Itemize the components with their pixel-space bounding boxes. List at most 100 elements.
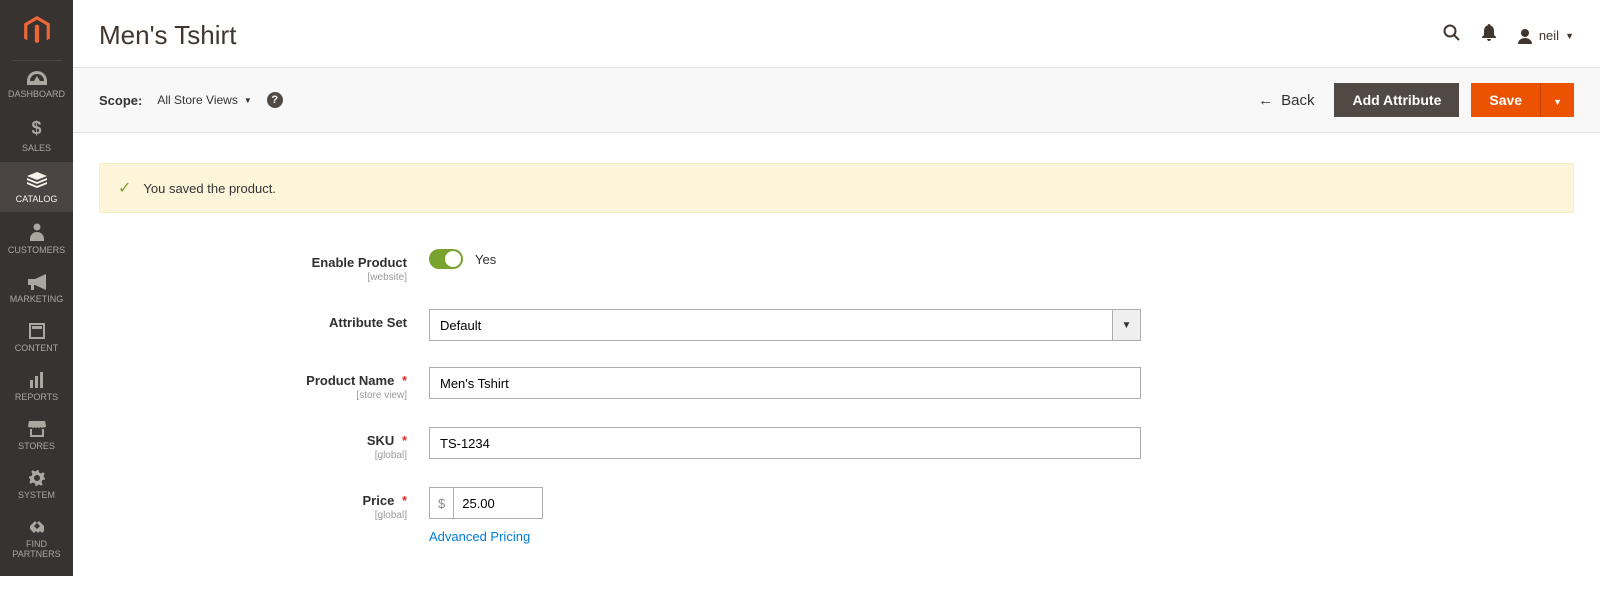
back-button[interactable]: ← Back xyxy=(1250,92,1322,109)
message-text: You saved the product. xyxy=(143,181,276,196)
attribute-set-value[interactable] xyxy=(429,309,1113,341)
page-header: Men's Tshirt neil ▼ xyxy=(73,0,1600,67)
notifications-icon[interactable] xyxy=(1481,24,1497,47)
header-actions: neil ▼ xyxy=(1443,24,1574,47)
toolbar-right: ← Back Add Attribute Save ▼ xyxy=(1250,83,1574,117)
field-control: ▼ xyxy=(429,309,1141,341)
sidebar-item-system[interactable]: SYSTEM xyxy=(0,460,73,509)
partners-icon xyxy=(28,519,46,535)
back-label: Back xyxy=(1281,92,1314,109)
scope-value: All Store Views xyxy=(157,93,237,107)
enable-product-toggle[interactable] xyxy=(429,249,463,269)
enable-product-toggle-wrap: Yes xyxy=(429,249,1141,269)
price-input[interactable] xyxy=(453,487,543,519)
sidebar-item-catalog[interactable]: CATALOG xyxy=(0,162,73,213)
required-mark: * xyxy=(402,493,407,508)
save-button[interactable]: Save xyxy=(1471,83,1540,117)
content-icon xyxy=(29,323,45,339)
required-mark: * xyxy=(402,373,407,388)
sidebar-label-dashboard: DASHBOARD xyxy=(8,89,65,99)
field-price: Price * [global] $ Advanced Pricing xyxy=(99,487,1574,544)
scope-label: Scope: xyxy=(99,93,142,108)
product-name-input[interactable] xyxy=(429,367,1141,399)
field-sku: SKU * [global] xyxy=(99,427,1574,461)
sidebar-item-dashboard[interactable]: DASHBOARD xyxy=(0,61,73,108)
field-control: $ Advanced Pricing xyxy=(429,487,1141,544)
check-icon: ✓ xyxy=(118,178,131,198)
customers-icon xyxy=(30,223,44,241)
account-name: neil xyxy=(1539,28,1559,43)
price-label-text: Price xyxy=(363,493,395,508)
sidebar-item-content[interactable]: CONTENT xyxy=(0,313,73,362)
dollar-icon: $ xyxy=(31,118,41,139)
sidebar-label-reports: REPORTS xyxy=(15,392,58,402)
sidebar-item-marketing[interactable]: MARKETING xyxy=(0,264,73,313)
chevron-down-icon: ▼ xyxy=(1553,97,1562,107)
enable-product-label: Enable Product xyxy=(312,255,407,270)
field-enable-product: Enable Product [website] Yes xyxy=(99,249,1574,283)
select-arrow-icon[interactable]: ▼ xyxy=(1113,309,1141,341)
sku-label-text: SKU xyxy=(367,433,394,448)
sidebar-item-sales[interactable]: $ SALES xyxy=(0,108,73,162)
sidebar-label-content: CONTENT xyxy=(15,343,59,353)
marketing-icon xyxy=(28,274,46,290)
sku-scope: [global] xyxy=(99,450,407,461)
add-attribute-button[interactable]: Add Attribute xyxy=(1334,83,1459,117)
toggle-knob xyxy=(445,251,461,267)
scope-selector[interactable]: All Store Views ▼ xyxy=(157,93,251,107)
price-input-wrap: $ xyxy=(429,487,553,519)
sidebar-label-customers: CUSTOMERS xyxy=(8,245,65,255)
price-label: Price * xyxy=(363,493,408,508)
field-product-name: Product Name * [store view] xyxy=(99,367,1574,401)
required-mark: * xyxy=(402,433,407,448)
sidebar-item-customers[interactable]: CUSTOMERS xyxy=(0,213,73,264)
page-title: Men's Tshirt xyxy=(99,20,236,51)
enable-product-scope: [website] xyxy=(99,272,407,283)
chevron-down-icon: ▼ xyxy=(244,96,252,105)
reports-icon xyxy=(29,372,45,388)
dashboard-icon xyxy=(27,71,47,85)
stores-icon xyxy=(28,421,46,437)
arrow-left-icon: ← xyxy=(1258,92,1273,109)
field-attribute-set: Attribute Set ▼ xyxy=(99,309,1574,341)
product-name-label-text: Product Name xyxy=(306,373,394,388)
field-label-wrap: Attribute Set xyxy=(99,309,429,330)
catalog-icon xyxy=(27,172,47,190)
sku-label: SKU * xyxy=(367,433,407,448)
field-control xyxy=(429,427,1141,459)
account-menu[interactable]: neil ▼ xyxy=(1517,28,1574,44)
user-icon xyxy=(1517,28,1533,44)
sidebar-label-stores: STORES xyxy=(18,441,55,451)
main-content: Men's Tshirt neil ▼ Scope: All Store Vie… xyxy=(73,0,1600,590)
system-icon xyxy=(29,470,45,486)
toolbar-left: Scope: All Store Views ▼ ? xyxy=(99,92,283,108)
help-icon[interactable]: ? xyxy=(267,92,283,108)
sku-input[interactable] xyxy=(429,427,1141,459)
field-label-wrap: Product Name * [store view] xyxy=(99,367,429,401)
advanced-pricing-link[interactable]: Advanced Pricing xyxy=(429,529,530,544)
attribute-set-label: Attribute Set xyxy=(329,315,407,330)
sidebar-item-partners[interactable]: FIND PARTNERS xyxy=(0,509,73,568)
currency-symbol: $ xyxy=(429,487,453,519)
chevron-down-icon: ▼ xyxy=(1565,31,1574,41)
product-name-scope: [store view] xyxy=(99,390,407,401)
field-control xyxy=(429,367,1141,399)
toolbar: Scope: All Store Views ▼ ? ← Back Add At… xyxy=(73,67,1600,133)
save-dropdown-button[interactable]: ▼ xyxy=(1540,83,1574,117)
enable-product-value: Yes xyxy=(475,252,496,267)
price-scope: [global] xyxy=(99,510,407,521)
product-form: Enable Product [website] Yes Attribute S… xyxy=(73,213,1600,590)
search-icon[interactable] xyxy=(1443,24,1461,47)
sidebar-label-system: SYSTEM xyxy=(18,490,55,500)
magento-logo[interactable] xyxy=(12,0,62,61)
magento-icon xyxy=(23,16,51,46)
sidebar-label-marketing: MARKETING xyxy=(10,294,64,304)
field-control: Yes xyxy=(429,249,1141,269)
attribute-set-select[interactable]: ▼ xyxy=(429,309,1141,341)
sidebar-item-reports[interactable]: REPORTS xyxy=(0,362,73,411)
success-message: ✓ You saved the product. xyxy=(99,163,1574,213)
field-label-wrap: Price * [global] xyxy=(99,487,429,521)
field-label-wrap: SKU * [global] xyxy=(99,427,429,461)
sidebar-label-sales: SALES xyxy=(22,143,51,153)
sidebar-item-stores[interactable]: STORES xyxy=(0,411,73,460)
